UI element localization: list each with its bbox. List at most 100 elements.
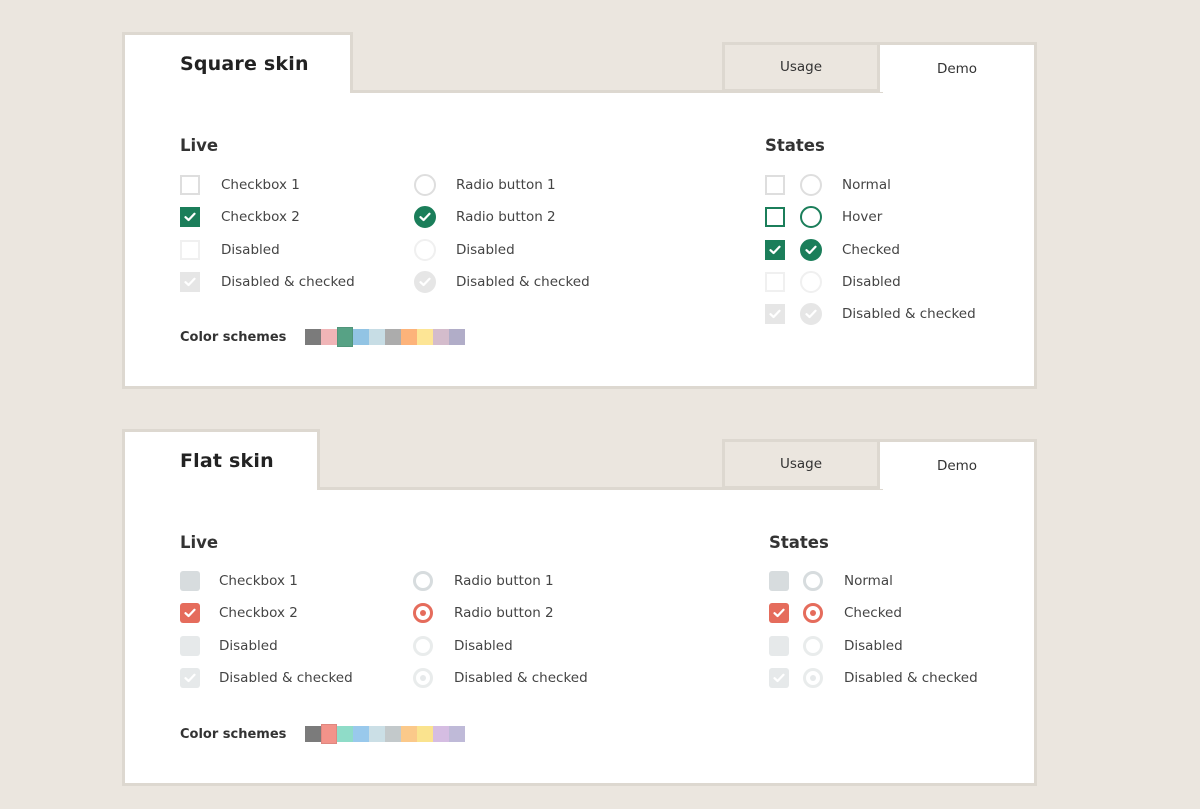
state-row: Disabled [769,634,903,658]
radio-button-hover[interactable] [800,206,822,229]
color-swatch[interactable] [401,726,418,742]
checkbox-normal[interactable] [765,175,785,195]
checkmark-icon [419,277,431,287]
live-heading: Live [180,136,219,155]
radio-button-checked[interactable] [800,238,822,261]
color-swatch[interactable] [321,329,338,345]
tab-usage[interactable]: Usage [722,439,880,489]
color-swatch[interactable] [433,726,450,742]
state-row[interactable]: Normal [769,569,893,593]
checkbox-checked[interactable] [769,603,789,624]
checkbox-disabled-checked [180,271,200,292]
tab-bar: Usage Demo [722,439,1037,489]
tab-usage[interactable]: Usage [722,42,880,92]
checkbox-row: Disabled & checked [180,270,355,294]
tab-demo[interactable]: Demo [880,439,1037,489]
radio-row[interactable]: Radio button 2 [414,205,556,229]
radio-dot-icon [810,610,816,617]
color-swatch[interactable] [369,329,386,345]
state-row[interactable]: Checked [769,601,902,625]
radio-dot-icon [420,610,426,617]
checkbox-disabled [769,635,789,656]
radio-button-checked[interactable] [414,206,436,229]
option-label: Radio button 1 [454,573,554,589]
option-label: Hover [842,209,883,226]
color-swatches [305,724,466,744]
checkbox-hover[interactable] [765,207,785,228]
color-swatch[interactable] [305,329,322,345]
radio-button-checked[interactable] [413,603,433,624]
square-skin-panel: Square skin Usage Demo Live States Check… [122,32,1037,389]
color-schemes: Color schemes [180,724,466,744]
radio-button-checked[interactable] [803,603,823,624]
radio-row[interactable]: Radio button 1 [414,173,556,197]
checkmark-icon [184,277,196,287]
radio-dot-icon [420,674,426,681]
color-swatch[interactable] [433,329,450,345]
radio-row[interactable]: Radio button 2 [413,601,554,625]
option-label: Normal [844,573,893,589]
color-swatch[interactable] [449,329,466,345]
option-label: Checked [842,241,900,258]
color-swatch[interactable] [449,726,466,742]
radio-row: Disabled [414,238,515,262]
checkbox-normal[interactable] [180,175,200,195]
color-swatch[interactable] [385,329,402,345]
option-label: Disabled & checked [842,306,976,323]
state-row[interactable]: Normal [765,173,891,197]
checkbox-row: Disabled & checked [180,666,353,690]
state-row[interactable]: Hover [765,205,882,229]
checkmark-icon [419,212,431,222]
checkbox-normal[interactable] [769,571,789,591]
color-swatch[interactable] [417,726,434,742]
checkbox-checked[interactable] [765,239,785,260]
tab-bar: Usage Demo [722,42,1037,92]
state-row[interactable]: Checked [765,238,900,262]
radio-button-normal[interactable] [413,571,433,591]
radio-button-disabled [803,635,823,656]
color-swatch[interactable] [337,726,354,742]
option-label: Normal [842,177,891,193]
checkbox-row: Disabled [180,634,278,658]
radio-button-normal[interactable] [803,571,823,591]
color-schemes-label: Color schemes [180,329,287,345]
radio-row: Disabled [413,634,513,658]
checkmark-icon [773,608,785,618]
checkmark-icon [184,212,196,222]
checkbox-row[interactable]: Checkbox 2 [180,601,298,625]
color-swatch[interactable] [337,327,354,347]
color-swatch[interactable] [417,329,434,345]
color-swatch[interactable] [369,726,386,742]
option-label: Checkbox 1 [221,177,300,193]
option-label: Disabled & checked [844,669,978,686]
checkbox-disabled [765,271,785,292]
color-swatch[interactable] [401,329,418,345]
radio-button-disabled [413,635,433,656]
color-swatch[interactable] [385,726,402,742]
checkbox-normal[interactable] [180,571,200,591]
radio-row[interactable]: Radio button 1 [413,569,554,593]
color-schemes-label: Color schemes [180,726,287,742]
radio-button-normal[interactable] [800,174,822,196]
checkbox-row[interactable]: Checkbox 1 [180,569,298,593]
option-label: Disabled [456,241,515,258]
color-swatch[interactable] [353,726,370,742]
checkbox-disabled [180,635,200,656]
option-label: Checkbox 2 [221,209,300,226]
option-label: Disabled [219,637,278,654]
color-swatch[interactable] [305,726,322,742]
radio-button-normal[interactable] [414,174,436,196]
color-swatch[interactable] [353,329,370,345]
checkbox-row[interactable]: Checkbox 1 [180,173,300,197]
states-heading: States [769,533,829,552]
checkbox-checked[interactable] [180,207,200,228]
color-swatches [305,327,466,347]
color-swatch[interactable] [321,724,338,744]
checkmark-icon [184,673,196,683]
checkbox-row[interactable]: Checkbox 2 [180,205,300,229]
option-label: Radio button 2 [456,209,556,226]
tab-demo[interactable]: Demo [880,42,1037,92]
checkbox-checked[interactable] [180,603,200,624]
checkbox-disabled-checked [180,667,200,688]
option-label: Disabled & checked [456,273,590,290]
